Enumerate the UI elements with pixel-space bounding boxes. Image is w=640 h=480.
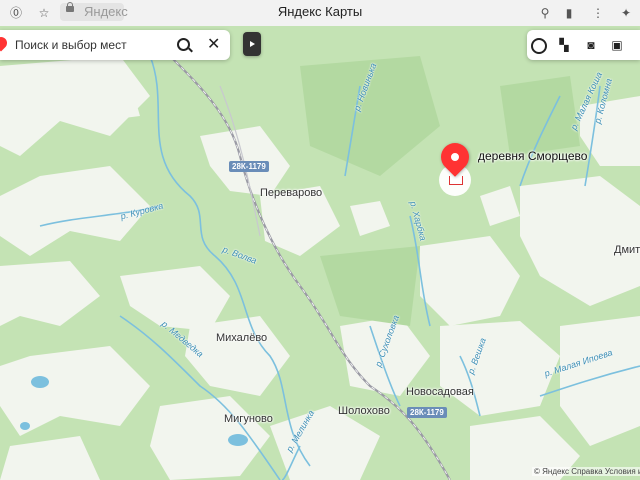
- close-icon[interactable]: ✕: [207, 34, 220, 54]
- map-tiles: [0, 26, 640, 480]
- place-label-dmitro[interactable]: Дмитро: [614, 244, 640, 256]
- map-canvas[interactable]: 28К-1179 28К-1179 Переварово Михалёво Ми…: [0, 26, 640, 480]
- layers-toolbar: ▚ ◙ ▣: [527, 30, 640, 60]
- place-label-mikhalevo[interactable]: Михалёво: [216, 332, 267, 344]
- extension-icon[interactable]: ✦: [618, 5, 634, 21]
- route-button[interactable]: [243, 32, 261, 56]
- menu-icon[interactable]: ⋮: [590, 5, 606, 21]
- location-icon[interactable]: ⚲: [537, 5, 553, 21]
- place-label-sholokhovo[interactable]: Шолохово: [338, 405, 390, 417]
- bus-icon[interactable]: [623, 37, 639, 53]
- village-icon: [449, 176, 463, 185]
- panorama-icon[interactable]: ▚: [556, 37, 572, 53]
- map-footer[interactable]: © Яндекс Справка Условия испол: [532, 467, 640, 476]
- photo-camera-icon[interactable]: ◙: [583, 37, 599, 53]
- yandex-pin-icon: [0, 34, 10, 52]
- yandex-logo-icon[interactable]: [531, 38, 547, 54]
- place-label-migunovo[interactable]: Мигуново: [224, 413, 273, 425]
- yandex-id-icon[interactable]: ⓪: [8, 5, 24, 21]
- browser-toolbar: ⓪ ☆ Яндекс Яндекс Карты ⚲ ▮ ⋮ ✦: [0, 0, 640, 27]
- lock-icon: [66, 2, 74, 12]
- star-icon[interactable]: ☆: [36, 5, 52, 21]
- place-label-perevarovo[interactable]: Переварово: [260, 187, 322, 199]
- search-input[interactable]: Поиск и выбор мест: [15, 38, 127, 52]
- road-shield: 28К-1179: [407, 407, 447, 418]
- place-label-novosadovaya[interactable]: Новосадовая: [406, 386, 474, 398]
- bookmark-icon[interactable]: ▮: [561, 5, 577, 21]
- address-domain[interactable]: Яндекс: [84, 4, 128, 19]
- search-icon[interactable]: [177, 38, 190, 51]
- marker-label[interactable]: деревня Сморщево: [478, 149, 587, 163]
- search-panel: Поиск и выбор мест ✕: [0, 30, 230, 60]
- road-shield: 28К-1179: [229, 161, 269, 172]
- page-title: Яндекс Карты: [277, 4, 363, 19]
